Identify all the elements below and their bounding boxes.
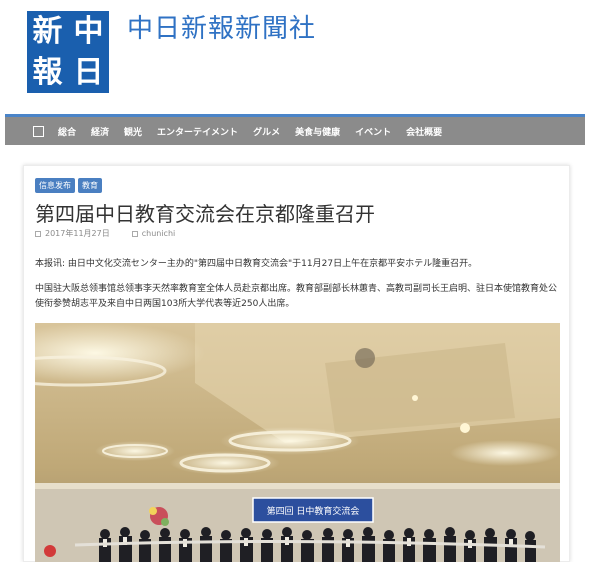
user-icon <box>131 230 138 237</box>
tag-info-release[interactable]: 信息发布 <box>35 178 75 193</box>
nav-item-events[interactable]: イベント <box>355 125 391 138</box>
home-icon[interactable] <box>33 125 44 137</box>
nav-item-general[interactable]: 総合 <box>58 125 76 138</box>
site-logo[interactable]: 新 中 報 日 <box>27 11 109 93</box>
article-tags: 信息发布 教育 <box>35 178 102 193</box>
logo-char: 中 <box>73 14 104 49</box>
article-author[interactable]: chunichi <box>142 229 176 238</box>
site-title[interactable]: 中日新報新聞社 <box>127 8 316 45</box>
logo-char: 新 <box>32 14 63 49</box>
nav-item-company[interactable]: 会社概要 <box>406 125 442 138</box>
page: { "site": { "logo_chars": ["新", "中", "報"… <box>0 0 604 562</box>
logo-char: 日 <box>73 55 104 90</box>
nav-item-gourmet[interactable]: グルメ <box>253 125 280 138</box>
logo-char: 報 <box>32 55 63 90</box>
event-photo-illustration: 第四回 日中教育交流会 <box>35 323 560 562</box>
nav-item-food-health[interactable]: 美食与健康 <box>295 125 340 138</box>
tag-education[interactable]: 教育 <box>78 178 102 193</box>
article-photo: 第四回 日中教育交流会 <box>35 323 560 562</box>
nav-item-entertainment[interactable]: エンターテイメント <box>157 125 238 138</box>
article-meta: 2017年11月27日 chunichi <box>35 228 175 239</box>
article-title: 第四届中日教育交流会在京都隆重召开 <box>35 202 375 226</box>
article-card: 信息发布 教育 第四届中日教育交流会在京都隆重召开 2017年11月27日 ch… <box>23 165 570 562</box>
article-paragraph: 中国驻大阪总领事馆总领事李天然率教育室全体人员赴京都出席。教育部副部长林蕙青、高… <box>35 284 558 309</box>
photo-banner-text: 第四回 日中教育交流会 <box>267 505 360 517</box>
nav-item-tourism[interactable]: 観光 <box>124 125 142 138</box>
main-nav: 総合 経済 観光 エンターテイメント グルメ 美食与健康 イベント 会社概要 <box>5 117 585 145</box>
article-date[interactable]: 2017年11月27日 <box>45 228 110 239</box>
article-paragraph: 本报讯: 由日中文化交流センター主办的"第四届中日教育交流会"于11月27日上午… <box>35 259 478 269</box>
calendar-icon <box>35 230 41 237</box>
nav-item-economy[interactable]: 経済 <box>91 125 109 138</box>
